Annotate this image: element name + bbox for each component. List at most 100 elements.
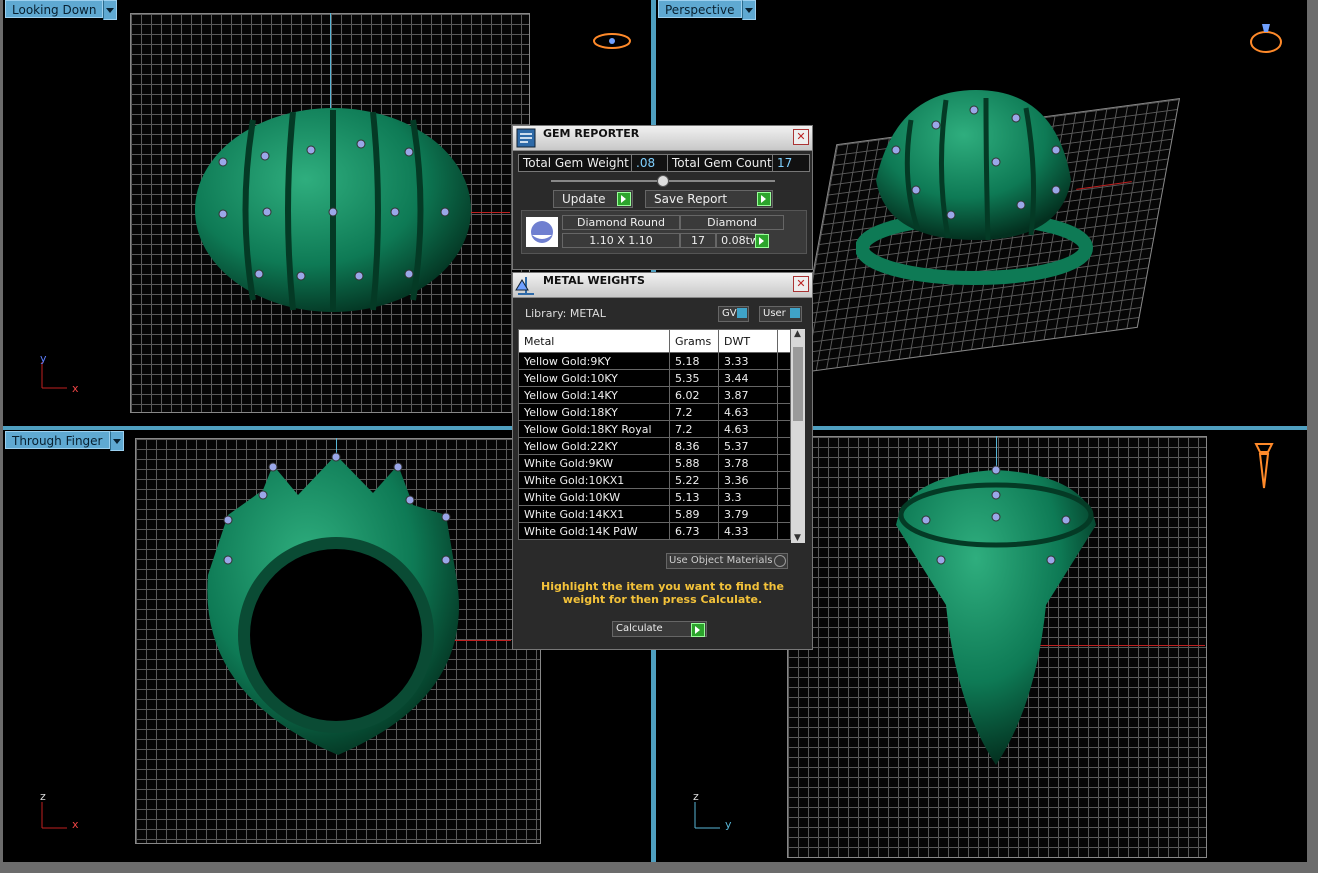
gem-shape: Diamond Round — [562, 215, 680, 230]
dwt-cell: 3.44 — [718, 369, 778, 387]
grams-cell: 5.18 — [669, 352, 719, 370]
grams-cell: 5.22 — [669, 471, 719, 489]
chevron-down-icon[interactable] — [741, 0, 756, 20]
close-icon[interactable]: ✕ — [793, 129, 809, 145]
table-row[interactable]: Yellow Gold:9KY 5.18 3.33 — [518, 352, 791, 370]
table-row[interactable]: Yellow Gold:18KY Royal 7.2 4.63 — [518, 420, 791, 438]
table-row[interactable]: White Gold:10KX1 5.22 3.36 — [518, 471, 791, 489]
grams-cell: 6.73 — [669, 522, 719, 540]
gem-reporter-icon — [516, 128, 536, 148]
column-header-grams[interactable]: Grams — [669, 329, 719, 353]
total-gem-weight-value: .08 — [631, 154, 669, 172]
row-spacer — [777, 471, 791, 489]
gem-go-button[interactable] — [755, 233, 770, 249]
column-header-metal[interactable]: Metal — [518, 329, 670, 353]
dwt-cell: 3.33 — [718, 352, 778, 370]
viewport-name[interactable]: Looking Down — [5, 0, 104, 18]
slider-handle[interactable] — [657, 175, 669, 187]
metal-name-cell: Yellow Gold:18KY — [518, 403, 670, 421]
table-row[interactable]: White Gold:14K PdW 6.73 4.33 — [518, 522, 791, 540]
metal-name-cell: Yellow Gold:18KY Royal — [518, 420, 670, 438]
ring-side-view[interactable] — [886, 455, 1106, 775]
ring-front-view[interactable] — [188, 445, 478, 765]
dwt-cell: 3.36 — [718, 471, 778, 489]
table-row[interactable]: White Gold:9KW 5.88 3.78 — [518, 454, 791, 472]
metal-name-cell: Yellow Gold:14KY — [518, 386, 670, 404]
view-cube-icon[interactable] — [1244, 18, 1288, 58]
table-header-row: Metal Grams DWT — [518, 329, 791, 353]
row-spacer — [777, 505, 791, 523]
gem-reporter-titlebar[interactable]: GEM REPORTER ✕ — [513, 126, 812, 151]
table-row[interactable]: Yellow Gold:22KY 8.36 5.37 — [518, 437, 791, 455]
calculate-button[interactable]: Calculate — [612, 621, 707, 637]
table-row[interactable]: Yellow Gold:10KY 5.35 3.44 — [518, 369, 791, 387]
table-row[interactable]: Yellow Gold:18KY 7.2 4.63 — [518, 403, 791, 421]
view-cube-icon[interactable] — [1252, 440, 1276, 492]
metal-weights-titlebar[interactable]: METAL WEIGHTS ✕ — [513, 273, 812, 298]
total-gem-count-label: Total Gem Count — [667, 154, 777, 172]
grams-cell: 5.35 — [669, 369, 719, 387]
viewport-label-looking-down[interactable]: Looking Down — [5, 0, 118, 20]
dwt-cell: 5.37 — [718, 437, 778, 455]
row-spacer — [777, 369, 791, 387]
viewport-label-perspective[interactable]: Perspective — [658, 0, 756, 20]
scale-icon — [515, 277, 534, 295]
save-report-button[interactable]: Save Report — [645, 190, 773, 208]
gv-label: GV — [722, 308, 737, 319]
grams-cell: 7.2 — [669, 403, 719, 421]
table-row[interactable]: Yellow Gold:14KY 6.02 3.87 — [518, 386, 791, 404]
panel-title: METAL WEIGHTS — [543, 274, 645, 287]
user-toggle[interactable]: User — [759, 306, 802, 322]
ring-top-view[interactable] — [183, 100, 483, 320]
metal-name-cell: White Gold:14KX1 — [518, 505, 670, 523]
viewport-label-through-finger[interactable]: Through Finger — [5, 431, 124, 451]
grams-cell: 6.02 — [669, 386, 719, 404]
grams-cell: 7.2 — [669, 420, 719, 438]
grams-cell: 5.13 — [669, 488, 719, 506]
dwt-cell: 4.33 — [718, 522, 778, 540]
update-button-label: Update — [562, 192, 606, 206]
x-axis-label: x — [72, 818, 79, 831]
close-icon[interactable]: ✕ — [793, 276, 809, 292]
play-icon — [691, 623, 705, 637]
row-spacer — [777, 522, 791, 540]
y-axis-line — [330, 13, 331, 113]
radio-icon — [774, 555, 786, 567]
total-gem-weight-label: Total Gem Weight — [518, 154, 634, 172]
gem-list-row[interactable]: Diamond Round Diamond 1.10 X 1.10 17 0.0… — [521, 210, 807, 254]
library-label: Library: METAL — [525, 307, 606, 320]
metal-name-cell: Yellow Gold:9KY — [518, 352, 670, 370]
z-axis-label: z — [40, 790, 46, 803]
table-row[interactable]: White Gold:10KW 5.13 3.3 — [518, 488, 791, 506]
chevron-down-icon[interactable] — [109, 431, 124, 451]
viewport-name[interactable]: Perspective — [658, 0, 742, 18]
metal-weights-panel: METAL WEIGHTS ✕ Library: METAL GV User M… — [512, 272, 813, 650]
update-button[interactable]: Update — [553, 190, 633, 208]
scroll-up-icon[interactable]: ▲ — [794, 329, 801, 339]
column-header-spacer — [777, 329, 791, 353]
play-icon — [757, 192, 771, 206]
grams-cell: 5.88 — [669, 454, 719, 472]
scroll-down-icon[interactable]: ▼ — [794, 533, 801, 543]
metal-name-cell: Yellow Gold:10KY — [518, 369, 670, 387]
dwt-cell: 3.79 — [718, 505, 778, 523]
use-object-materials-toggle[interactable]: Use Object Materials — [666, 553, 788, 569]
metal-table-container[interactable]: Metal Grams DWT Yellow Gold:9KY 5.18 3.33 Y… — [518, 329, 805, 543]
view-cube-icon[interactable] — [591, 30, 635, 52]
chevron-down-icon[interactable] — [103, 0, 118, 20]
row-spacer — [777, 420, 791, 438]
viewport-name[interactable]: Through Finger — [5, 431, 110, 449]
gem-size: 1.10 X 1.10 — [562, 233, 680, 248]
gv-toggle[interactable]: GV — [718, 306, 749, 322]
scrollbar-thumb[interactable] — [793, 347, 803, 421]
metal-name-cell: White Gold:10KW — [518, 488, 670, 506]
ring-perspective-view[interactable] — [856, 80, 1096, 295]
row-spacer — [777, 454, 791, 472]
gem-reporter-panel: GEM REPORTER ✕ Total Gem Weight .08 Tota… — [512, 125, 813, 270]
column-header-dwt[interactable]: DWT — [718, 329, 778, 353]
row-spacer — [777, 403, 791, 421]
table-row[interactable]: White Gold:14KX1 5.89 3.79 — [518, 505, 791, 523]
y-axis-label: y — [40, 352, 47, 365]
table-scrollbar[interactable]: ▲ ▼ — [791, 329, 805, 543]
toggle-indicator-icon — [737, 308, 747, 318]
